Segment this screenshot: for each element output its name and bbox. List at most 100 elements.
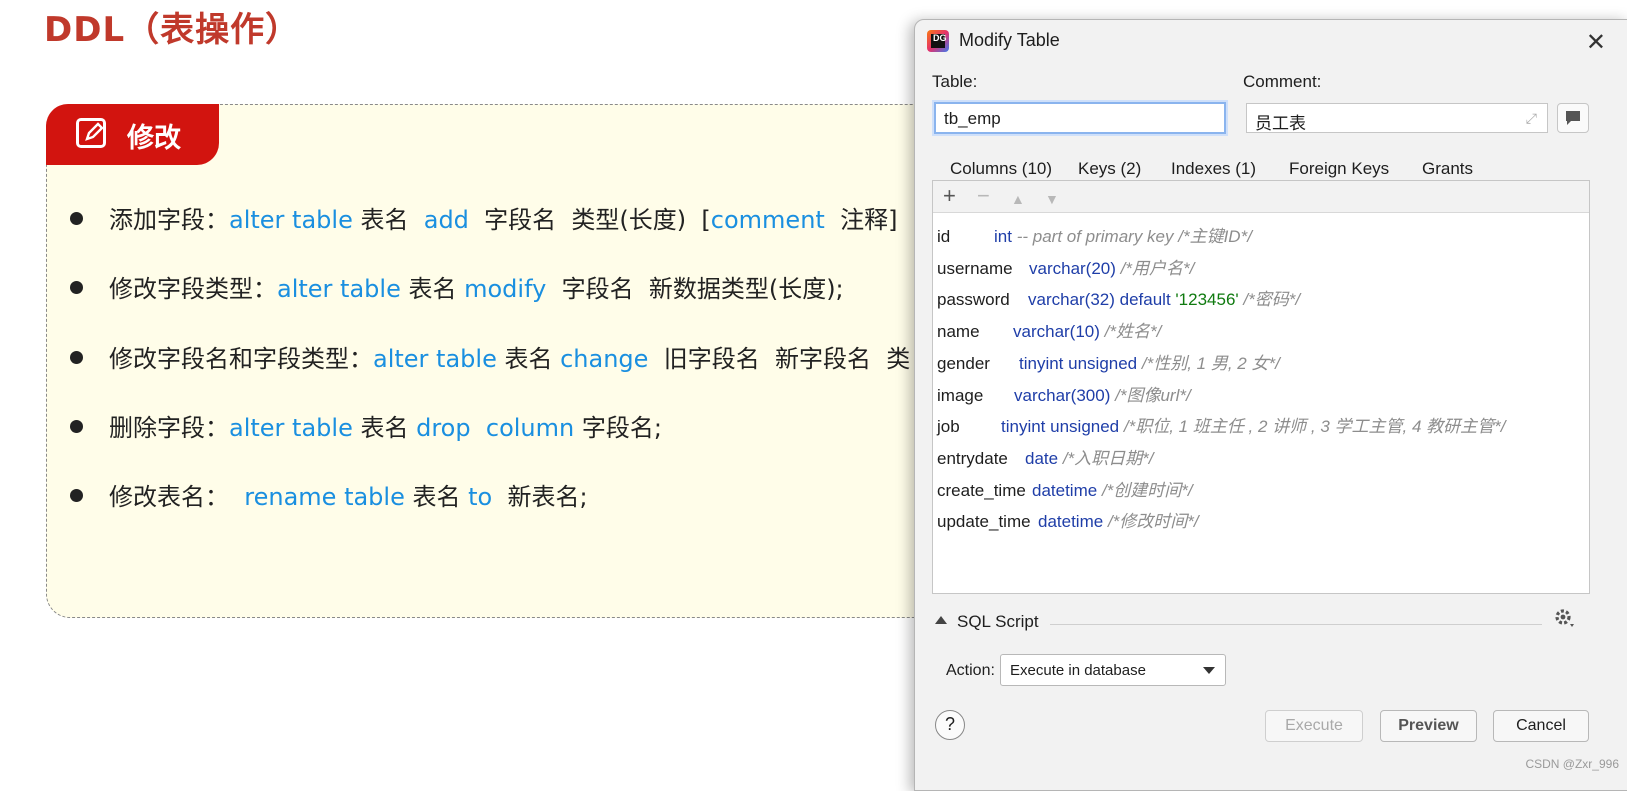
dialog-title: Modify Table [959,30,1060,50]
item-text: 表名 [352,414,417,442]
sql-keyword: to [468,483,493,511]
column-row[interactable]: username varchar(20) /*用户名*/ [937,254,1194,279]
action-select[interactable]: Execute in database [1000,654,1226,686]
item-text: 新表名; [492,483,588,511]
comment-label: Comment: [1243,72,1322,91]
table-name-input[interactable]: tb_emp [934,102,1226,134]
column-row[interactable]: password varchar(32) default '123456' /*密… [937,285,1300,310]
col-type: varchar(300) [1014,385,1111,405]
list-item: 修改表名： rename table 表名 to 新表名; [70,477,588,512]
col-name: job [937,417,960,437]
action-select-value: Execute in database [1010,662,1146,679]
col-type: date [1025,448,1059,468]
col-name: password [937,290,1010,310]
table-label: Table: [932,72,978,91]
column-row[interactable]: id int -- part of primary key /*主键ID*/ [937,222,1252,247]
item-text: 修改字段类型： [109,275,277,303]
list-item: 修改字段名和字段类型：alter table 表名 change 旧字段名 新字… [70,339,910,374]
sql-keyword: alter table [229,206,353,234]
comment-input-value: 员工表 [1255,114,1306,133]
column-row[interactable]: create_time datetime /*创建时间*/ [937,476,1193,501]
sql-keyword: alter table [277,275,401,303]
slide-title: DDL（表操作） [44,10,301,50]
item-text: 表名 [400,275,465,303]
comment-button[interactable] [1557,103,1589,133]
columns-toolbar: + − ▲ ▼ [933,181,1589,213]
sql-script-label: SQL Script [957,612,1039,631]
cancel-button[interactable]: Cancel [1493,710,1589,742]
execute-button[interactable]: Execute [1265,710,1363,742]
item-text: 字段名; [574,414,662,442]
gear-icon[interactable] [1553,607,1575,629]
col-cmt: /*用户名*/ [1120,258,1195,278]
remove-column-icon[interactable]: − [977,184,990,208]
sql-keyword: change [560,345,649,373]
sql-keyword: comment [710,206,825,234]
sql-keyword: alter table [373,345,497,373]
bullet-icon [70,211,83,225]
sql-keyword: column [485,414,575,442]
col-type: varchar(10) [1013,322,1100,342]
add-column-icon[interactable]: + [943,184,956,208]
col-cmt: -- part of primary key /*主键ID*/ [1016,227,1252,246]
column-row[interactable]: entrydate date /*入职日期*/ [937,444,1154,469]
col-type: tinyint unsigned [1019,353,1138,373]
col-name: name [937,322,980,342]
col-cmt: /*姓名*/ [1104,322,1162,342]
separator [1050,624,1542,625]
columns-panel: + − ▲ ▼ id int -- part of primary key /*主… [932,180,1590,594]
column-row[interactable]: update_time datetime /*修改时间*/ [937,507,1199,532]
item-text: 添加字段： [109,206,229,234]
column-row[interactable]: gender tinyint unsigned /*性别, 1 男, 2 女*/ [937,349,1280,374]
item-text: 注释] [824,206,898,234]
column-row[interactable]: image varchar(300) /*图像url*/ [937,381,1191,406]
sql-keyword: drop [416,414,471,442]
close-icon[interactable]: ✕ [1586,28,1606,57]
col-name: gender [937,353,990,373]
list-item: 添加字段：alter table 表名 add 字段名 类型(长度) [comm… [70,200,897,235]
dropdown-arrow-icon [1203,667,1215,674]
col-cmt: /*创建时间*/ [1101,480,1193,500]
col-type: varchar(20) [1029,258,1116,278]
item-text: 旧字段名 新字段名 类 [648,345,911,373]
col-cmt: /*入职日期*/ [1062,448,1154,468]
item-text: 表名 [404,483,469,511]
col-str: '123456' [1175,290,1239,310]
sql-keyword: modify [464,275,547,303]
card-header: 修改 [46,104,219,165]
col-cmt: /*修改时间*/ [1107,512,1199,532]
item-text: 字段名 类型(长度) [ [468,206,711,234]
comment-input[interactable]: 员工表 ⤢ [1246,103,1548,133]
sql-keyword: alter table [229,414,353,442]
bullet-icon [70,350,83,364]
col-type: datetime [1032,480,1098,500]
help-button[interactable]: ? [935,710,965,740]
sql-script-section[interactable]: SQL Script [935,612,1590,636]
col-type: datetime [1038,512,1104,532]
item-text: 修改表名： [109,483,245,511]
col-name: id [937,227,951,246]
collapse-triangle-icon[interactable] [935,616,947,624]
col-cmt: /*职位, 1 班主任 , 2 讲师 , 3 学工主管, 4 教研主管*/ [1123,417,1506,437]
item-text: 表名 [352,206,424,234]
card-header-label: 修改 [127,123,181,154]
expand-icon[interactable]: ⤢ [1526,110,1537,127]
move-up-icon[interactable]: ▲ [1011,187,1025,211]
ide-logo-icon: DG [927,30,949,52]
item-text [471,414,486,442]
bullet-icon [70,419,83,433]
col-type: int [994,227,1012,246]
column-row[interactable]: job tinyint unsigned /*职位, 1 班主任 , 2 讲师 ,… [937,412,1506,437]
preview-button[interactable]: Preview [1380,710,1477,742]
col-name: create_time [937,480,1026,500]
col-name: username [937,258,1013,278]
bullet-icon [70,280,83,294]
move-down-icon[interactable]: ▼ [1045,187,1059,211]
column-row[interactable]: name varchar(10) /*姓名*/ [937,317,1161,342]
modify-table-dialog: DG Modify Table ✕ Table: Comment: tb_emp… [914,19,1627,791]
action-label: Action: [946,662,995,679]
col-name: image [937,385,984,405]
item-text: 表名 [496,345,561,373]
edit-icon [76,118,106,148]
list-item: 删除字段：alter table 表名 drop column 字段名; [70,408,662,443]
